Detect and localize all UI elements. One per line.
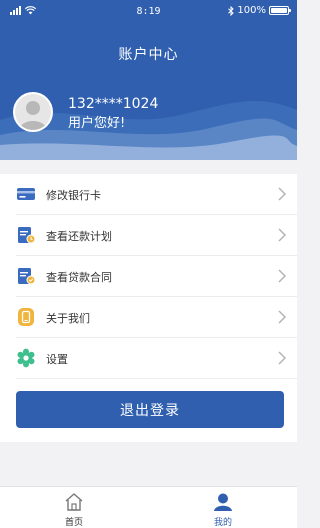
account-header: 8:19 100% 账户中心 132****1024 用户您好! [0, 0, 297, 160]
menu-divider [16, 378, 297, 379]
tab-home[interactable]: 首页 [0, 487, 148, 528]
menu-item-bank-card[interactable]: 修改银行卡 [0, 174, 297, 214]
menu-item-label: 修改银行卡 [46, 189, 101, 202]
chevron-right-icon [278, 310, 287, 324]
user-phone: 132****1024 [68, 96, 159, 112]
battery-percent: 100% [237, 5, 266, 16]
tab-label: 首页 [64, 518, 83, 528]
menu-item-about-us[interactable]: 关于我们 [0, 297, 297, 337]
chevron-right-icon [278, 269, 287, 283]
bottom-tab-bar: 首页 我的 [0, 486, 297, 528]
settings-gear-icon [17, 348, 35, 368]
chevron-right-icon [278, 228, 287, 242]
user-greeting: 用户您好! [68, 116, 126, 131]
menu-item-label: 设置 [46, 353, 68, 366]
menu-item-label: 查看还款计划 [46, 230, 112, 243]
loan-contract-icon [18, 268, 36, 285]
bluetooth-icon [228, 5, 235, 16]
menu-item-loan-contract[interactable]: 查看贷款合同 [0, 256, 297, 296]
menu-item-label: 关于我们 [46, 312, 90, 325]
phone-icon [18, 308, 34, 326]
avatar[interactable] [13, 92, 53, 132]
chevron-right-icon [278, 351, 287, 365]
repayment-plan-icon [18, 227, 36, 244]
logout-button[interactable]: 退出登录 [16, 391, 284, 428]
user-silhouette-icon [19, 101, 47, 130]
tab-label: 我的 [213, 518, 232, 528]
tab-mine[interactable]: 我的 [149, 487, 297, 528]
chevron-right-icon [278, 187, 287, 201]
menu-item-settings[interactable]: 设置 [0, 338, 297, 378]
page-title: 账户中心 [118, 47, 179, 63]
home-icon [65, 493, 83, 511]
status-bar: 8:19 100% [0, 0, 297, 22]
menu-item-label: 查看贷款合同 [46, 271, 112, 284]
bank-card-icon [17, 188, 35, 200]
menu-item-repayment-plan[interactable]: 查看还款计划 [0, 215, 297, 255]
battery-icon [269, 6, 291, 15]
profile-icon [214, 493, 232, 511]
